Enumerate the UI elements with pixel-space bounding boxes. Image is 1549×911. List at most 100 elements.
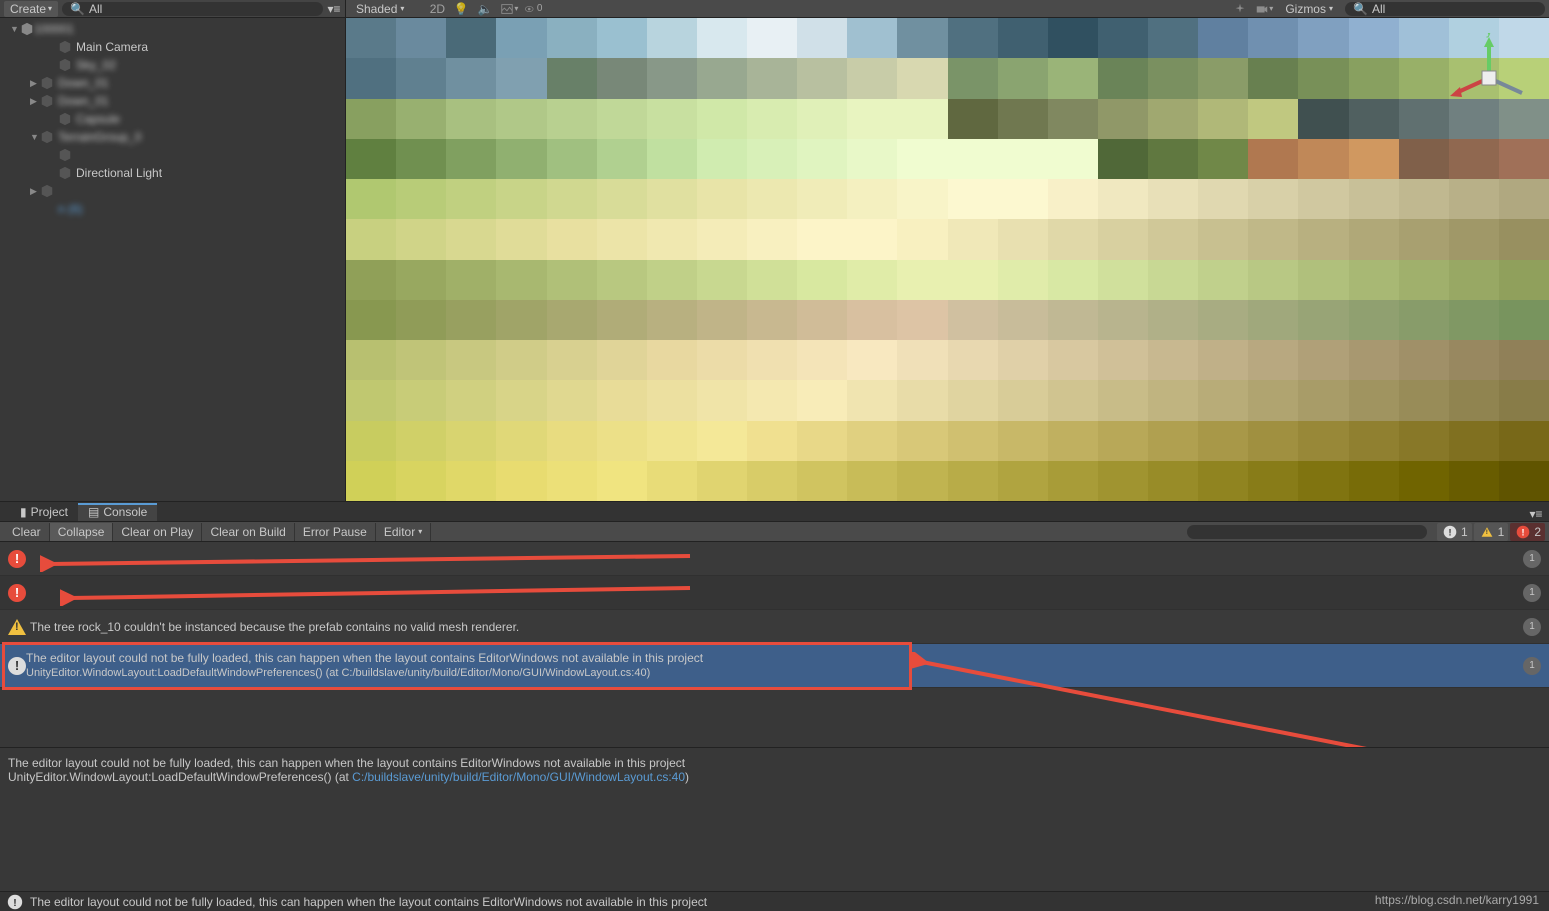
scene-fx-button[interactable] xyxy=(1231,1,1249,17)
hierarchy-row[interactable]: ▼100001 xyxy=(0,20,345,38)
error-icon: ! xyxy=(8,584,26,602)
hierarchy-context-menu-button[interactable]: ▾≡ xyxy=(327,2,341,16)
warning-icon xyxy=(8,619,26,635)
hierarchy-row[interactable]: n (6) xyxy=(0,200,345,218)
info-filter-toggle[interactable]: !1 xyxy=(1437,523,1472,541)
gameobject-icon xyxy=(40,184,54,198)
hierarchy-search-input[interactable]: 🔍 All xyxy=(62,2,323,16)
gizmos-dropdown[interactable]: Gizmos▾ xyxy=(1279,2,1339,16)
watermark-text: https://blog.csdn.net/karry1991 xyxy=(1375,893,1539,907)
hierarchy-row[interactable]: ▶ xyxy=(0,182,345,200)
dropdown-arrow-icon: ▾ xyxy=(418,527,422,536)
console-message-row[interactable]: ! 1 xyxy=(0,542,1549,576)
message-text: The tree rock_10 couldn't be instanced b… xyxy=(30,620,1523,634)
message-count: 1 xyxy=(1523,618,1541,636)
console-message-row[interactable]: ! 1 xyxy=(0,576,1549,610)
lighting-toggle[interactable]: 💡 xyxy=(452,1,470,17)
axis-y-label: y xyxy=(1486,33,1492,38)
scene-panel: Shaded▾ 2D 💡 🔈 ▾ 0 ▾ Gizmos▾ 🔍 All y xyxy=(346,0,1549,501)
hierarchy-item-label: Main Camera xyxy=(76,40,148,54)
scene-viewport-content xyxy=(346,18,1549,501)
tab-console[interactable]: ▤ Console xyxy=(78,503,157,521)
status-text: The editor layout could not be fully loa… xyxy=(30,895,707,909)
editor-dropdown[interactable]: Editor▾ xyxy=(376,523,431,541)
clear-on-play-toggle[interactable]: Clear on Play xyxy=(113,523,202,541)
warn-filter-toggle[interactable]: 1 xyxy=(1474,523,1509,541)
hierarchy-row[interactable] xyxy=(0,146,345,164)
hierarchy-row[interactable]: ▼TerrainGroup_0 xyxy=(0,128,345,146)
console-status-bar[interactable]: ! The editor layout could not be fully l… xyxy=(0,891,1549,911)
console-message-row[interactable]: ! The editor layout could not be fully l… xyxy=(0,644,1549,688)
search-icon: 🔍 xyxy=(1353,2,1368,16)
panel-context-menu-button[interactable]: ▾≡ xyxy=(1529,507,1543,521)
hierarchy-panel: Create ▾ 🔍 All ▾≡ ▼100001 Main Camera Sk… xyxy=(0,0,346,501)
panel-tabs: ▮Project ▤ Console ▾≡ xyxy=(0,502,1549,522)
mode-2d-toggle[interactable]: 2D xyxy=(428,1,446,17)
gameobject-icon xyxy=(58,40,72,54)
lightbulb-icon: 💡 xyxy=(454,2,469,16)
shading-mode-dropdown[interactable]: Shaded▾ xyxy=(350,2,410,16)
scene-camera-button[interactable]: ▾ xyxy=(1255,1,1273,17)
hierarchy-row[interactable]: Capsule xyxy=(0,110,345,128)
file-path-link[interactable]: C:/buildslave/unity/build/Editor/Mono/GU… xyxy=(352,770,685,784)
speaker-icon: 🔈 xyxy=(478,2,493,16)
folder-icon: ▮ xyxy=(20,505,27,519)
console-icon: ▤ xyxy=(88,505,99,519)
gameobject-icon xyxy=(40,94,54,108)
tab-label: Console xyxy=(103,505,147,519)
scene-visibility-toggle[interactable]: 0 xyxy=(524,1,542,17)
scene-view[interactable]: y xyxy=(346,18,1549,501)
hierarchy-list[interactable]: ▼100001 Main Camera Sky_02 ▶Down_01 ▶Dow… xyxy=(0,18,345,501)
shading-mode-label: Shaded xyxy=(356,2,397,16)
info-icon: ! xyxy=(8,657,26,675)
detail-line-1: The editor layout could not be fully loa… xyxy=(8,756,1541,770)
gameobject-icon xyxy=(58,166,72,180)
info-icon: ! xyxy=(8,894,22,908)
error-pause-toggle[interactable]: Error Pause xyxy=(295,523,376,541)
console-search-input[interactable] xyxy=(1187,525,1427,539)
clear-button[interactable]: Clear xyxy=(4,523,50,541)
unity-icon xyxy=(20,22,34,36)
hierarchy-item-label: Down_01 xyxy=(58,76,109,90)
message-count: 1 xyxy=(1523,584,1541,602)
gameobject-icon xyxy=(58,112,72,126)
dropdown-arrow-icon: ▾ xyxy=(48,4,52,13)
scene-toolbar: Shaded▾ 2D 💡 🔈 ▾ 0 ▾ Gizmos▾ 🔍 All xyxy=(346,0,1549,18)
error-filter-toggle[interactable]: !2 xyxy=(1510,523,1545,541)
scene-search-input[interactable]: 🔍 All xyxy=(1345,2,1545,16)
counter-label: 1 xyxy=(1498,525,1505,539)
dropdown-arrow-icon: ▾ xyxy=(1329,4,1333,13)
info-icon: ! xyxy=(1444,525,1457,538)
hierarchy-row[interactable]: Main Camera xyxy=(0,38,345,56)
fx-toggle[interactable]: ▾ xyxy=(500,1,518,17)
search-icon: 🔍 xyxy=(70,2,85,16)
console-message-row[interactable]: The tree rock_10 couldn't be instanced b… xyxy=(0,610,1549,644)
hierarchy-row[interactable]: Directional Light xyxy=(0,164,345,182)
tab-project[interactable]: ▮Project xyxy=(10,503,78,521)
console-detail-pane[interactable]: The editor layout could not be fully loa… xyxy=(0,747,1549,891)
hierarchy-item-label: n (6) xyxy=(58,202,83,216)
warning-icon xyxy=(1481,527,1492,537)
gameobject-icon xyxy=(58,148,72,162)
hierarchy-item-label: TerrainGroup_0 xyxy=(58,130,141,144)
search-placeholder: All xyxy=(1372,2,1385,16)
console-message-list[interactable]: ! 1 ! 1 The tree rock_10 couldn't be ins… xyxy=(0,542,1549,747)
gameobject-icon xyxy=(58,58,72,72)
hierarchy-row[interactable]: ▶Down_01 xyxy=(0,92,345,110)
audio-toggle[interactable]: 🔈 xyxy=(476,1,494,17)
message-count: 1 xyxy=(1523,550,1541,568)
message-count: 1 xyxy=(1523,657,1541,675)
hierarchy-item-label: Capsule xyxy=(76,112,120,126)
gameobject-icon xyxy=(40,76,54,90)
clear-on-build-toggle[interactable]: Clear on Build xyxy=(202,523,294,541)
scene-gizmo[interactable]: y xyxy=(1444,33,1534,123)
message-text: The editor layout could not be fully loa… xyxy=(26,651,1523,680)
dropdown-arrow-icon: ▾ xyxy=(1269,4,1273,13)
create-button[interactable]: Create ▾ xyxy=(4,1,58,17)
search-placeholder: All xyxy=(89,2,102,16)
error-icon: ! xyxy=(1517,525,1530,538)
collapse-toggle[interactable]: Collapse xyxy=(50,523,114,541)
hierarchy-row[interactable]: ▶Down_01 xyxy=(0,74,345,92)
counter-label: 2 xyxy=(1534,525,1541,539)
hierarchy-row[interactable]: Sky_02 xyxy=(0,56,345,74)
